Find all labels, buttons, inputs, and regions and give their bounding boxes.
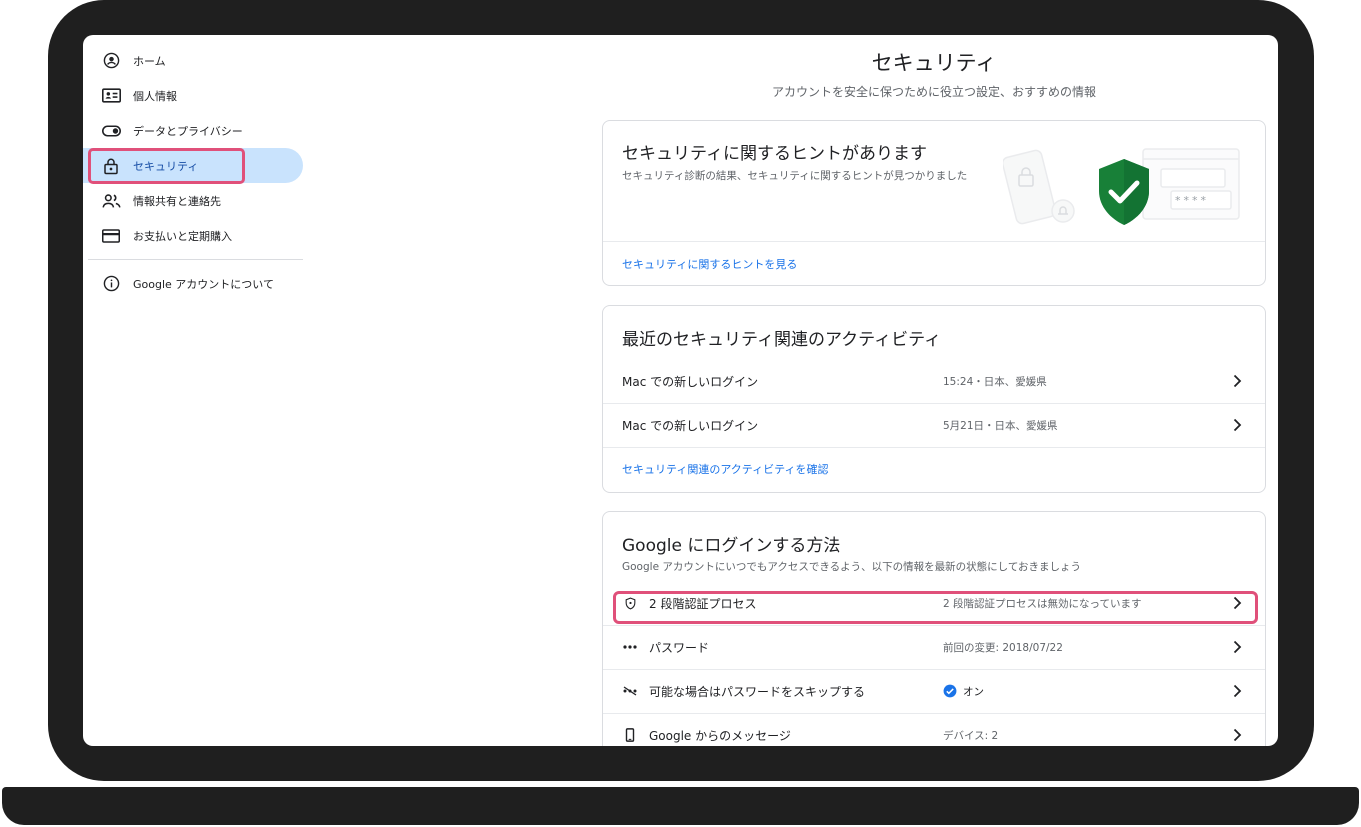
sidebar-item-about[interactable]: Google アカウントについて [83, 266, 308, 301]
check-circle-icon [943, 684, 957, 698]
activity-label: Mac での新しいログイン [622, 418, 759, 433]
activity-value: 5月21日・日本、愛媛県 [943, 419, 1058, 432]
page-title: セキュリティ [871, 51, 997, 75]
google-prompt-label: Google からのメッセージ [649, 728, 791, 743]
review-activity-link[interactable]: セキュリティ関連のアクティビティを確認 [622, 461, 828, 477]
page-subtitle: アカウントを安全に保つために役立つ設定、おすすめの情報 [771, 85, 1096, 99]
recent-activity-card: 最近のセキュリティ関連のアクティビティ Mac での新しいログイン 15:24・… [602, 305, 1266, 493]
security-highlight-box [88, 148, 245, 184]
skip-password-status: オン [943, 684, 984, 699]
activity-row[interactable]: Mac での新しいログイン 5月21日・日本、愛媛県 [603, 403, 1265, 447]
sidebar-item-label: ホーム [133, 54, 166, 68]
chevron-right-icon [1231, 640, 1243, 654]
sidebar-item-label: お支払いと定期購入 [133, 229, 232, 243]
signin-methods-card: Google にログインする方法 Google アカウントにいつでもアクセスでき… [602, 511, 1266, 746]
sidebar-item-label: 情報共有と連絡先 [133, 194, 221, 208]
password-row[interactable]: パスワード 前回の変更: 2018/07/22 [603, 625, 1265, 669]
signin-title: Google にログインする方法 [622, 536, 841, 556]
sidebar-divider [88, 259, 303, 260]
password-last-changed: 前回の変更: 2018/07/22 [943, 641, 1063, 654]
info-icon [101, 274, 121, 294]
google-prompt-devices: デバイス: 2 [943, 729, 999, 742]
card-divider [603, 241, 1265, 242]
signin-description: Google アカウントにいつでもアクセスできるよう、以下の情報を最新の状態にし… [622, 561, 1081, 573]
sidebar-item-sharing-contacts[interactable]: 情報共有と連絡先 [83, 183, 308, 218]
toggle-icon [101, 121, 121, 141]
sidebar-item-data-privacy[interactable]: データとプライバシー [83, 113, 308, 148]
credit-card-icon [101, 226, 121, 246]
security-illustration: **** [1003, 148, 1240, 225]
activity-value: 15:24・日本、愛媛県 [943, 375, 1047, 388]
phone-icon [622, 727, 638, 743]
activity-row[interactable]: Mac での新しいログイン 15:24・日本、愛媛県 [603, 359, 1265, 403]
skip-password-value: オン [963, 685, 984, 698]
security-tips-card: セキュリティに関するヒントがあります セキュリティ診断の結果、セキュリティに関す… [602, 120, 1266, 286]
activity-title: 最近のセキュリティ関連のアクティビティ [622, 330, 942, 350]
two-step-highlight-box [613, 591, 1258, 624]
people-icon [101, 191, 121, 211]
sidebar-item-home[interactable]: ホーム [83, 43, 308, 78]
sidebar-item-label: データとプライバシー [133, 124, 243, 138]
row-divider [603, 447, 1265, 448]
sidebar-item-payments[interactable]: お支払いと定期購入 [83, 218, 308, 253]
laptop-base [2, 787, 1359, 825]
illus-mask-text: **** [1175, 194, 1209, 207]
sidebar-item-label: 個人情報 [133, 89, 177, 103]
password-label: パスワード [649, 640, 710, 655]
sidebar-item-personal-info[interactable]: 個人情報 [83, 78, 308, 113]
screen: ホーム 個人情報 データとプライバシー セキュリティ 情報共有と連絡先 お支払い… [83, 35, 1278, 746]
id-card-icon [101, 86, 121, 106]
sidebar-item-label: Google アカウントについて [133, 277, 274, 291]
chevron-right-icon [1231, 418, 1243, 432]
account-circle-icon [101, 51, 121, 71]
skip-password-label: 可能な場合はパスワードをスキップする [649, 684, 866, 699]
view-tips-link[interactable]: セキュリティに関するヒントを見る [622, 256, 797, 272]
chevron-right-icon [1231, 728, 1243, 742]
password-dots-icon [622, 639, 638, 655]
tips-description: セキュリティ診断の結果、セキュリティに関するヒントが見つかりました [622, 170, 968, 182]
skip-password-row[interactable]: 可能な場合はパスワードをスキップする オン [603, 669, 1265, 713]
tips-title: セキュリティに関するヒントがあります [622, 144, 927, 164]
activity-label: Mac での新しいログイン [622, 374, 759, 389]
password-skip-icon [622, 683, 638, 699]
chevron-right-icon [1231, 684, 1243, 698]
chevron-right-icon [1231, 374, 1243, 388]
google-prompt-row[interactable]: Google からのメッセージ デバイス: 2 [603, 713, 1265, 746]
